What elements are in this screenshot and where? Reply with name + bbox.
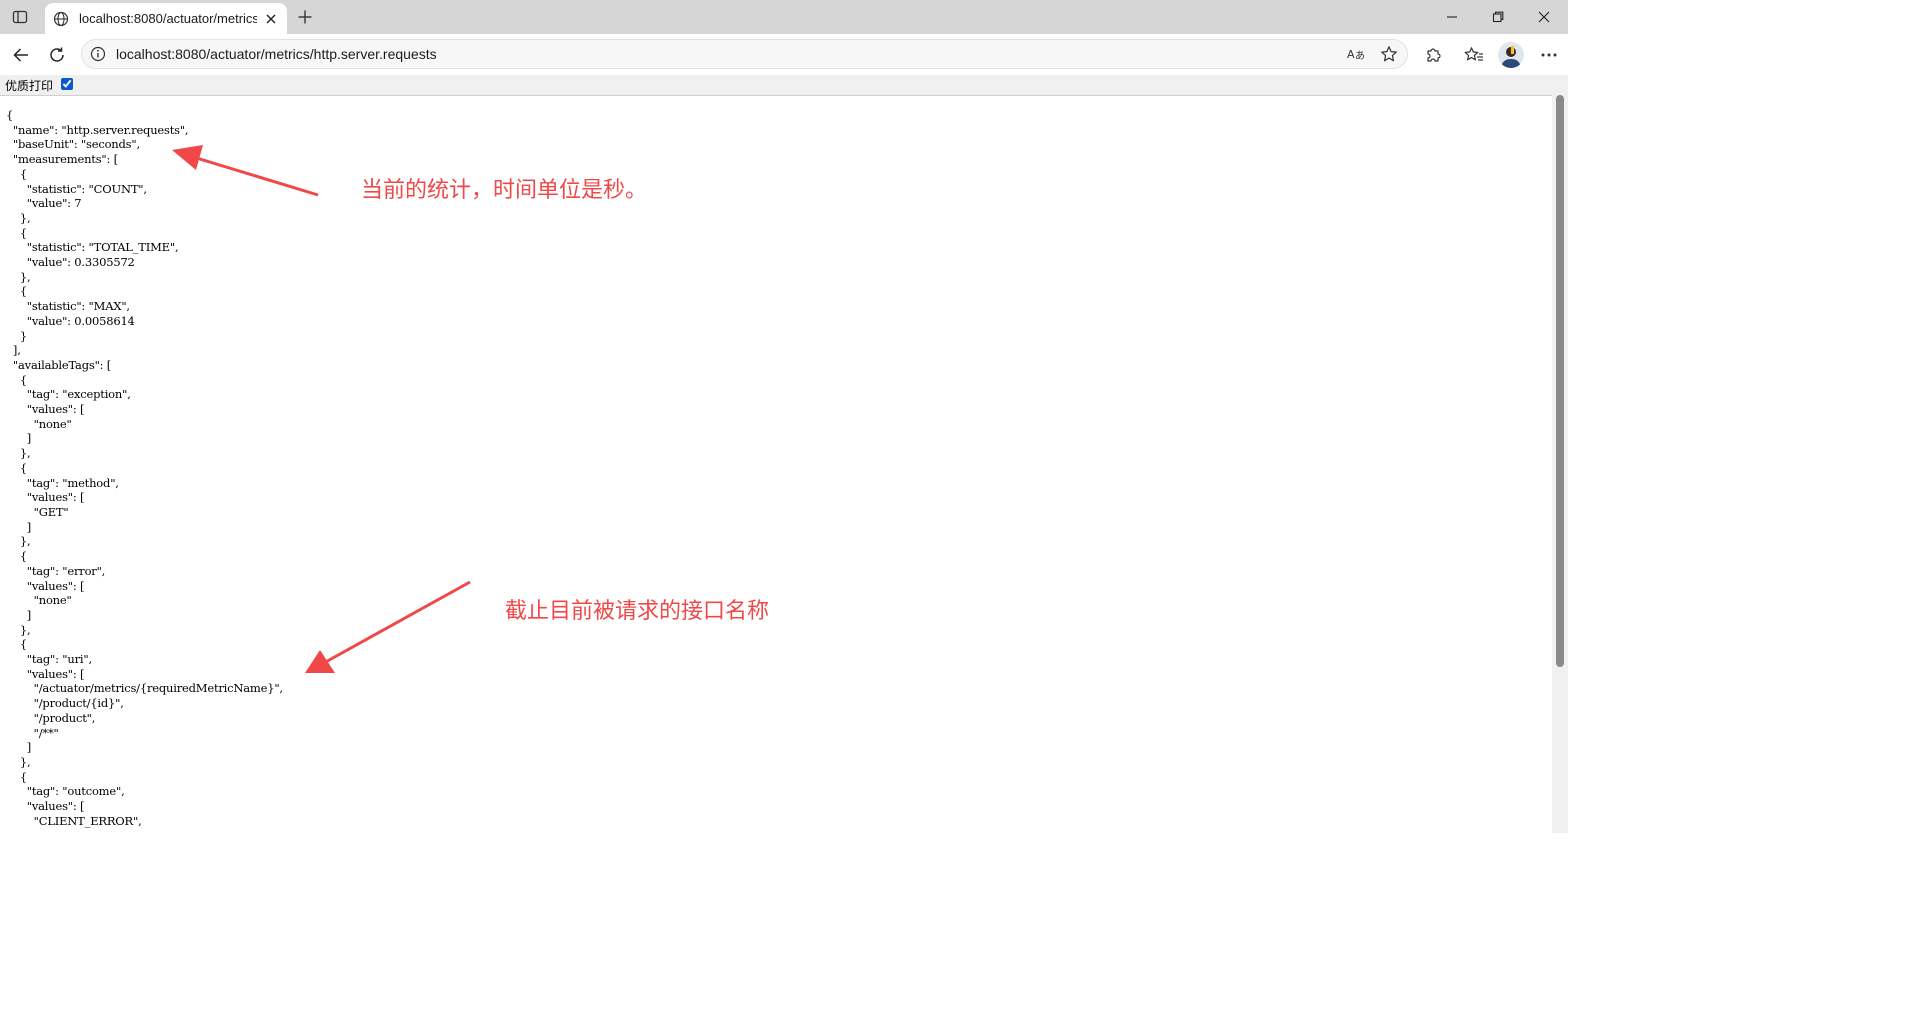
- json-line: ]: [6, 740, 32, 755]
- json-line: "value": 7: [6, 196, 82, 211]
- json-line: ]: [6, 519, 32, 534]
- svg-text:あ: あ: [1355, 50, 1365, 62]
- more-icon[interactable]: [1536, 42, 1562, 68]
- svg-text:A: A: [1347, 48, 1355, 61]
- json-line: "/**": [6, 725, 59, 740]
- json-line: {: [6, 549, 27, 564]
- json-line: "CLIENT_ERROR",: [6, 813, 142, 828]
- annotation-base-unit: 当前的统计，时间单位是秒。: [361, 178, 648, 203]
- vertical-scrollbar[interactable]: [1552, 95, 1568, 833]
- globe-icon: [53, 11, 69, 27]
- json-line: },: [6, 210, 31, 225]
- json-line: ]: [6, 607, 32, 622]
- arrow-2-head: [305, 650, 335, 673]
- json-content: { "name": "http.server.requests", "baseU…: [6, 108, 283, 828]
- tab-title: localhost:8080/actuator/metrics/h: [79, 11, 257, 26]
- json-line: }: [6, 328, 27, 343]
- json-line: "availableTags": [: [6, 357, 112, 372]
- json-line: "value": 0.0058614: [6, 313, 135, 328]
- info-icon[interactable]: [90, 46, 106, 62]
- window-close-icon[interactable]: [1522, 4, 1566, 30]
- json-line: "tag": "method",: [6, 475, 119, 490]
- minimize-icon[interactable]: [1430, 4, 1474, 30]
- json-line: "tag": "error",: [6, 563, 106, 578]
- json-line: "baseUnit": "seconds",: [6, 137, 140, 152]
- pretty-print-label: 优质打印: [5, 79, 54, 93]
- json-line: "none": [6, 416, 72, 431]
- json-line: },: [6, 534, 31, 549]
- scrollbar-thumb[interactable]: [1556, 95, 1564, 667]
- arrow-2-shaft: [321, 580, 471, 666]
- json-line: "none": [6, 593, 72, 608]
- pretty-print-checkbox[interactable]: [61, 78, 73, 90]
- restore-icon[interactable]: [1476, 4, 1520, 30]
- back-arrow-icon[interactable]: [8, 42, 34, 68]
- json-line: "GET": [6, 504, 69, 519]
- json-line: "values": [: [6, 799, 85, 814]
- json-line: "value": 0.3305572: [6, 255, 135, 270]
- json-line: "tag": "exception",: [6, 387, 131, 402]
- json-line: ],: [6, 343, 21, 358]
- tab-strip: localhost:8080/actuator/metrics/h: [0, 0, 1568, 34]
- json-line: },: [6, 622, 31, 637]
- sidebar-toggle-icon[interactable]: [8, 6, 32, 28]
- read-aloud-icon[interactable]: Aあ: [1346, 44, 1368, 64]
- json-line: {: [6, 108, 14, 122]
- star-icon[interactable]: [1378, 44, 1400, 64]
- json-line: "/product",: [6, 710, 96, 725]
- json-line: },: [6, 754, 31, 769]
- plus-icon[interactable]: [294, 6, 316, 28]
- refresh-icon[interactable]: [44, 42, 70, 68]
- json-line: "statistic": "COUNT",: [6, 181, 147, 196]
- avatar[interactable]: [1498, 42, 1524, 68]
- json-line: {: [6, 637, 27, 652]
- url-text[interactable]: localhost:8080/actuator/metrics/http.ser…: [116, 40, 437, 68]
- json-line: {: [6, 225, 27, 240]
- json-line: "statistic": "MAX",: [6, 299, 130, 314]
- annotation-uri: 截止目前被请求的接口名称: [505, 599, 770, 624]
- json-line: {: [6, 284, 27, 299]
- pretty-print-bar: 优质打印: [0, 75, 1568, 96]
- json-line: "tag": "outcome",: [6, 784, 125, 799]
- json-line: },: [6, 269, 31, 284]
- json-line: "values": [: [6, 402, 85, 417]
- json-line: {: [6, 460, 27, 475]
- json-line: "measurements": [: [6, 152, 118, 167]
- json-line: {: [6, 769, 27, 784]
- json-line: "values": [: [6, 666, 85, 681]
- json-line: "/product/{id}",: [6, 696, 124, 711]
- browser-tab[interactable]: localhost:8080/actuator/metrics/h: [45, 3, 287, 34]
- close-icon[interactable]: [263, 11, 279, 27]
- json-line: "values": [: [6, 490, 85, 505]
- favorites-icon[interactable]: [1461, 42, 1487, 68]
- json-line: {: [6, 166, 27, 181]
- json-line: "name": "http.server.requests",: [6, 122, 189, 137]
- json-line: ]: [6, 431, 32, 446]
- json-line: "values": [: [6, 578, 85, 593]
- puzzle-icon[interactable]: [1420, 42, 1446, 68]
- json-line: },: [6, 446, 31, 461]
- browser-toolbar: localhost:8080/actuator/metrics/http.ser…: [0, 34, 1568, 75]
- json-line: "/actuator/metrics/{requiredMetricName}"…: [6, 681, 283, 696]
- address-bar[interactable]: localhost:8080/actuator/metrics/http.ser…: [81, 39, 1408, 69]
- json-line: {: [6, 372, 27, 387]
- json-line: "statistic": "TOTAL_TIME",: [6, 240, 179, 255]
- json-line: "tag": "uri",: [6, 652, 92, 667]
